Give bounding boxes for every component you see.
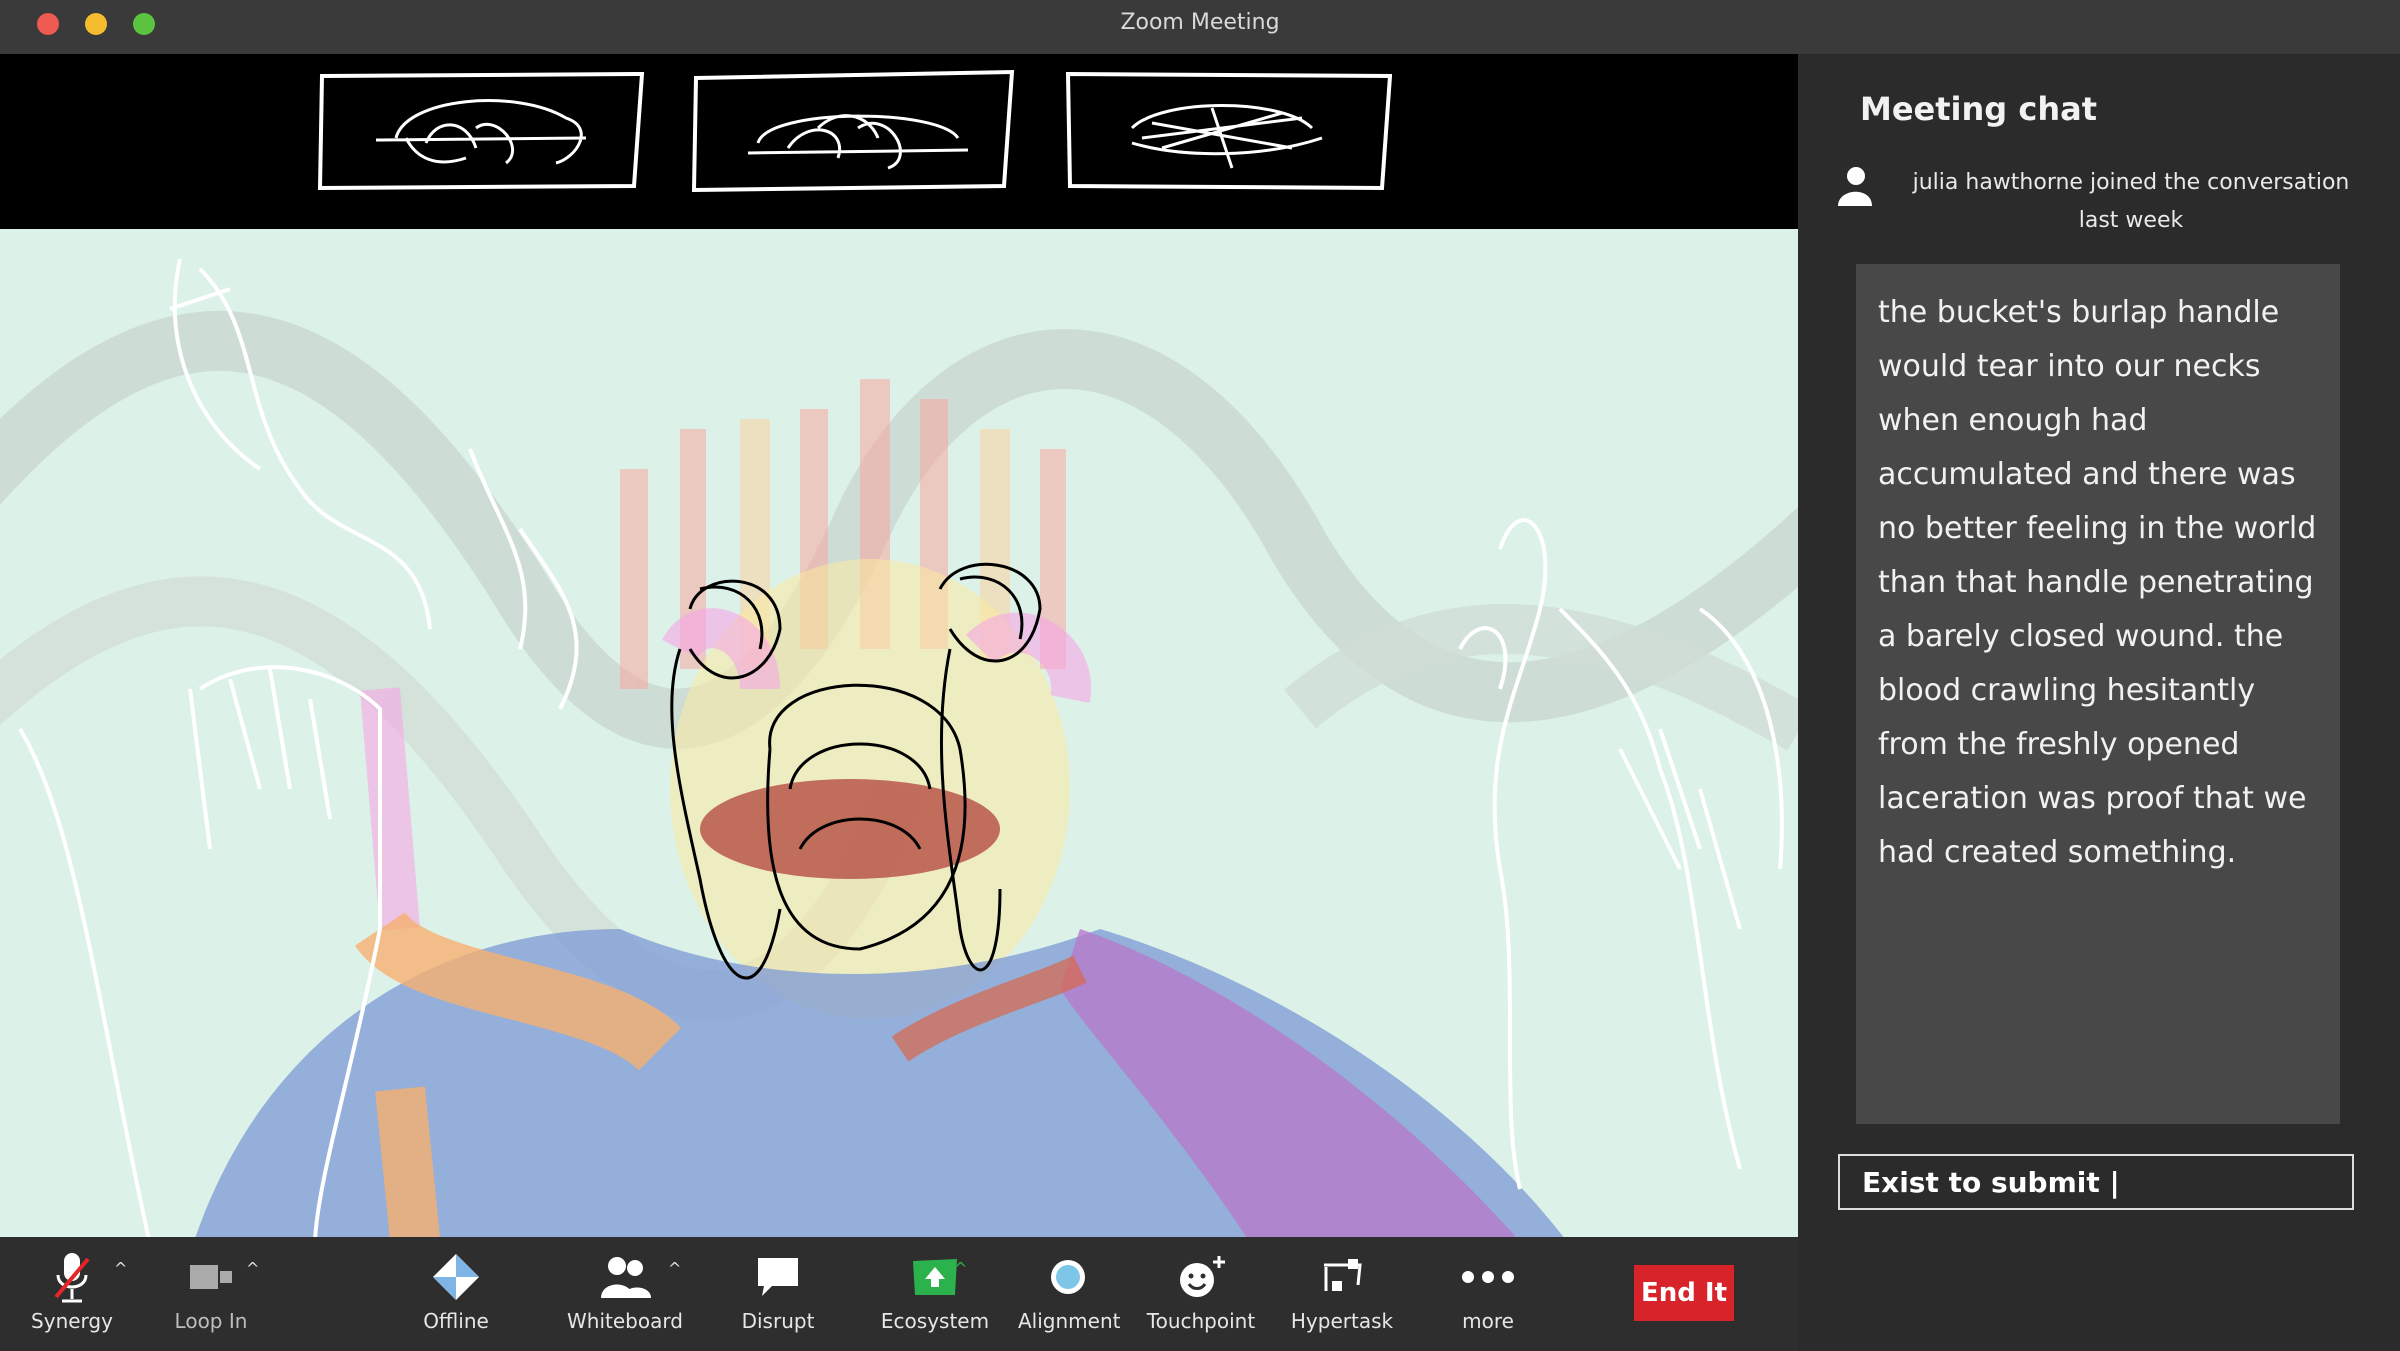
disrupt-button[interactable]: Disrupt [730, 1249, 826, 1333]
ecosystem-label: Ecosystem [880, 1309, 990, 1333]
join-notice: julia hawthorne joined the conversation … [1834, 164, 2374, 233]
synergy-label: Synergy [31, 1309, 113, 1333]
share-screen-icon [878, 1249, 992, 1305]
video-camera-icon [166, 1249, 256, 1305]
touchpoint-button[interactable]: Touchpoint [1146, 1249, 1256, 1333]
participant-thumbnail[interactable] [1062, 68, 1392, 192]
more-button[interactable]: more [1440, 1249, 1536, 1333]
user-avatar-icon [1838, 167, 1872, 206]
meeting-stage [0, 54, 1798, 1237]
touchpoint-label: Touchpoint [1146, 1309, 1256, 1333]
whiteboard-caret-icon[interactable]: ^ [668, 1259, 681, 1278]
window-title: Zoom Meeting [1120, 10, 1280, 35]
chat-message: the bucket's burlap handle would tear in… [1856, 264, 2340, 1124]
alignment-label: Alignment [1018, 1309, 1121, 1333]
hypertask-button[interactable]: Hypertask [1284, 1249, 1400, 1333]
reactions-icon [1146, 1249, 1256, 1305]
ecosystem-button[interactable]: Ecosystem [878, 1249, 992, 1333]
participant-thumbnail[interactable] [316, 68, 646, 192]
speech-bubble-icon [730, 1249, 826, 1305]
record-icon [1018, 1249, 1118, 1305]
synergy-caret-icon[interactable]: ^ [114, 1259, 127, 1278]
loop-in-label: Loop In [174, 1309, 248, 1333]
hypertask-label: Hypertask [1290, 1309, 1394, 1333]
meeting-chat-panel: Meeting chat julia hawthorne joined the … [1798, 54, 2400, 1351]
whiteboard-label: Whiteboard [567, 1309, 683, 1333]
loop-in-caret-icon[interactable]: ^ [246, 1259, 259, 1278]
diamond-arrows-icon [408, 1249, 504, 1305]
offline-label: Offline [423, 1309, 489, 1333]
offline-button[interactable]: Offline [408, 1249, 504, 1333]
loop-in-button[interactable]: Loop In [166, 1249, 256, 1333]
chat-message-text: the bucket's burlap handle would tear in… [1878, 295, 2317, 870]
apps-icon [1284, 1249, 1400, 1305]
alignment-button[interactable]: Alignment [1018, 1249, 1121, 1333]
drawn-portrait-image [0, 229, 1798, 1237]
chat-title: Meeting chat [1860, 90, 2097, 128]
chat-input[interactable] [1838, 1154, 2354, 1210]
ecosystem-caret-icon[interactable]: ^ [954, 1259, 967, 1278]
main-video-feed [0, 229, 1798, 1237]
participant-thumbnail[interactable] [688, 68, 1018, 192]
muted-microphone-icon [24, 1249, 120, 1305]
disrupt-label: Disrupt [741, 1309, 815, 1333]
end-meeting-button[interactable]: End It [1634, 1265, 1734, 1321]
title-bar: Zoom Meeting [0, 0, 2400, 54]
participant-thumbnail-strip [0, 54, 1798, 229]
synergy-button[interactable]: Synergy [24, 1249, 120, 1333]
more-dots-icon [1440, 1249, 1536, 1305]
join-notice-text: julia hawthorne joined the conversation … [1912, 170, 2350, 233]
meeting-toolbar: Synergy ^ Loop In ^ Offline Whiteboard ^… [0, 1237, 1798, 1351]
more-label: more [1462, 1309, 1514, 1333]
